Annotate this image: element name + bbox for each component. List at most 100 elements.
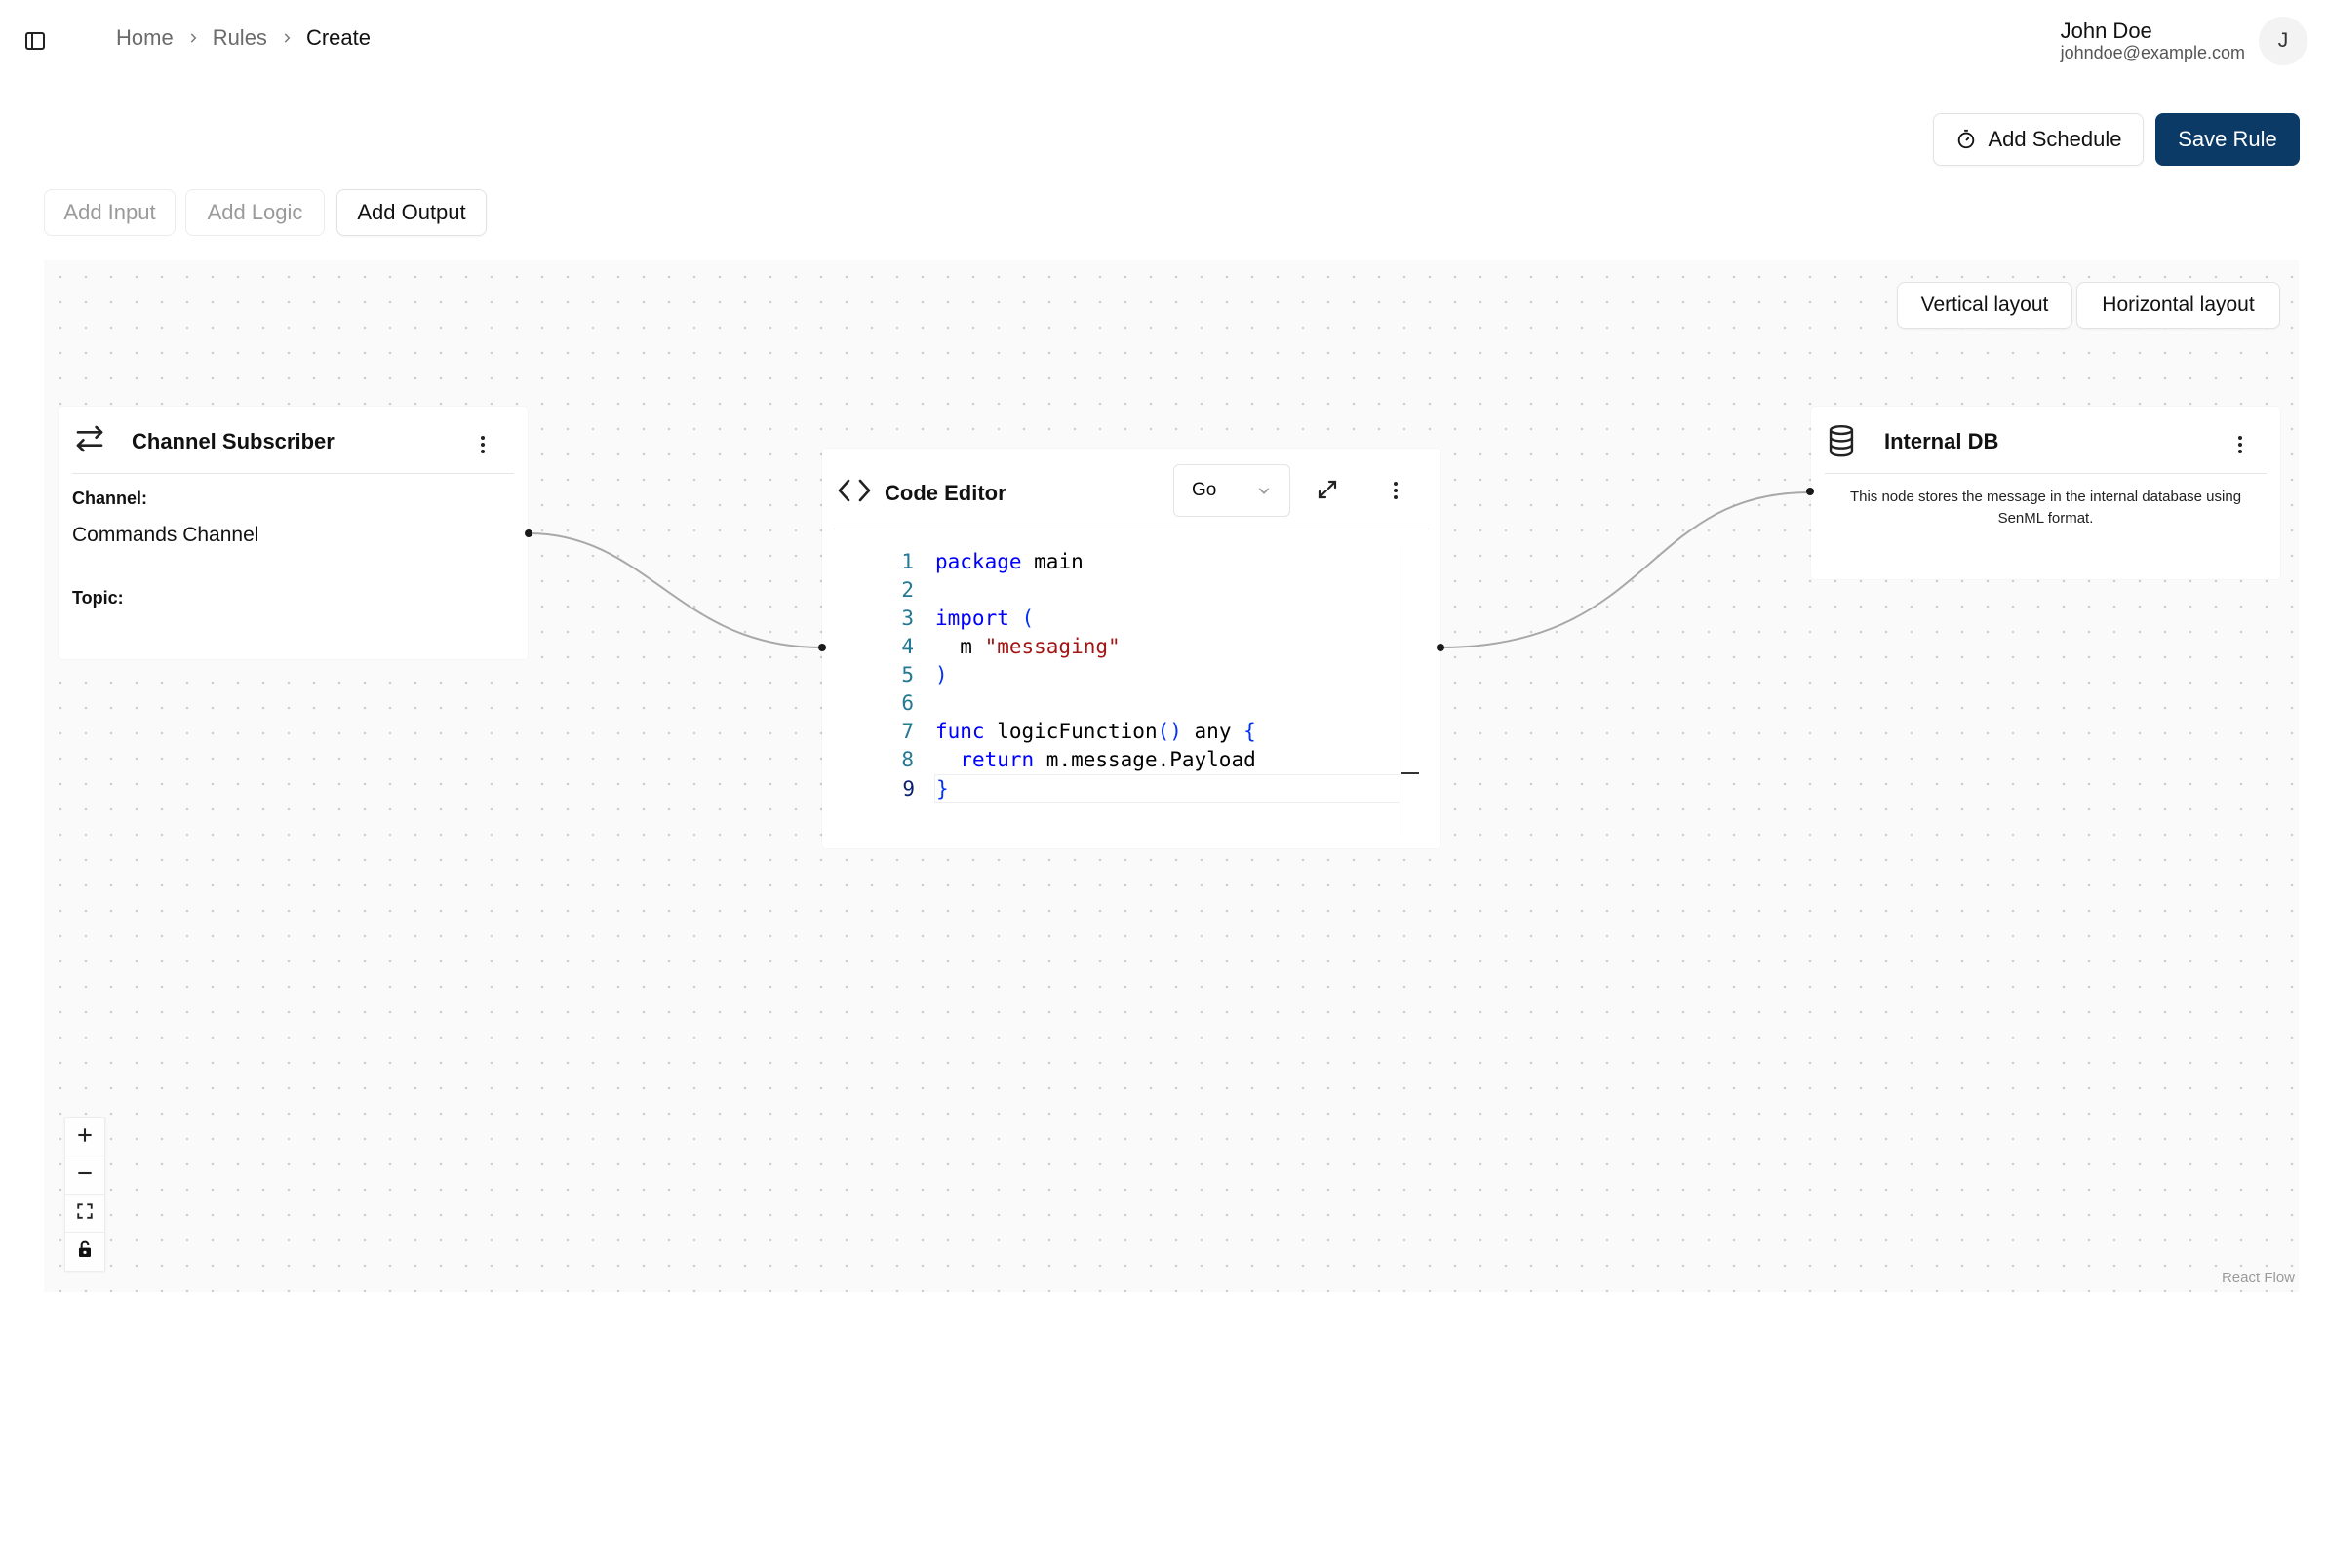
add-schedule-label: Add Schedule bbox=[1988, 127, 2122, 151]
code-line[interactable]: 5) bbox=[834, 661, 1419, 689]
add-schedule-button[interactable]: Add Schedule bbox=[1933, 113, 2144, 166]
code-line[interactable]: 9} bbox=[902, 774, 1400, 804]
save-rule-button[interactable]: Save Rule bbox=[2155, 113, 2300, 166]
code-token: "messaging" bbox=[984, 635, 1121, 658]
code-token: } bbox=[936, 777, 949, 801]
code-line[interactable]: 6 bbox=[834, 689, 1419, 718]
avatar[interactable]: J bbox=[2259, 17, 2307, 65]
line-number: 8 bbox=[901, 748, 914, 771]
minus-icon bbox=[75, 1163, 95, 1188]
breadcrumb-create: Create bbox=[305, 25, 371, 50]
vertical-layout-button[interactable]: Vertical layout bbox=[1897, 282, 2072, 329]
code-text: return m.message.Payload bbox=[935, 746, 1256, 774]
arrows-swap-icon bbox=[74, 423, 105, 459]
breadcrumb: Home Rules Create bbox=[116, 25, 371, 51]
line-number: 9 bbox=[902, 777, 915, 801]
horizontal-layout-button[interactable]: Horizontal layout bbox=[2076, 282, 2280, 329]
node-title: Channel Subscriber bbox=[132, 429, 335, 453]
code-line[interactable]: 1 package main bbox=[834, 548, 1419, 576]
code-token: any bbox=[1181, 720, 1244, 743]
line-number: 3 bbox=[901, 607, 914, 630]
code-text: m "messaging" bbox=[935, 633, 1121, 661]
code-token: import bbox=[935, 607, 1009, 630]
input-handle[interactable] bbox=[1806, 488, 1814, 495]
code-line[interactable]: 8 return m.message.Payload bbox=[834, 746, 1419, 774]
code-token: m bbox=[935, 635, 985, 658]
line-number: 2 bbox=[901, 578, 914, 602]
app-header: Home Rules Create John Doe johndoe@examp… bbox=[0, 0, 2327, 82]
node-title: Internal DB bbox=[1884, 429, 1999, 453]
maximize-icon[interactable] bbox=[1316, 478, 1339, 506]
fit-view-button[interactable] bbox=[65, 1195, 104, 1233]
line-number: 7 bbox=[901, 720, 914, 743]
divider bbox=[72, 473, 514, 474]
code-token: ) bbox=[935, 663, 948, 686]
more-vertical-icon[interactable] bbox=[1386, 476, 1405, 505]
code-token: () bbox=[1157, 720, 1182, 743]
code-line[interactable]: 3 import ( bbox=[834, 605, 1419, 633]
more-vertical-icon[interactable] bbox=[2230, 430, 2250, 459]
zoom-out-button[interactable] bbox=[65, 1156, 104, 1195]
input-handle[interactable] bbox=[818, 644, 826, 651]
plus-icon bbox=[75, 1125, 95, 1150]
flow-controls bbox=[65, 1118, 104, 1271]
code-line[interactable]: 7 func logicFunction() any { bbox=[834, 718, 1419, 746]
chevron-right-icon bbox=[267, 31, 306, 45]
add-logic-button[interactable]: Add Logic bbox=[185, 189, 325, 236]
line-number: 6 bbox=[901, 691, 914, 715]
react-flow-attribution[interactable]: React Flow bbox=[2222, 1270, 2295, 1286]
add-output-button[interactable]: Add Output bbox=[336, 189, 487, 236]
user-name: John Doe bbox=[2060, 19, 2152, 43]
output-handle[interactable] bbox=[1437, 644, 1444, 651]
edge-subscriber-to-code bbox=[528, 532, 822, 648]
user-email: johndoe@example.com bbox=[2060, 43, 2245, 62]
code-editor-node[interactable]: Code Editor Go 1 package main 2 3 import (4 … bbox=[822, 449, 1440, 848]
code-line[interactable]: 4 m "messaging" bbox=[834, 633, 1419, 661]
code-token: package bbox=[935, 550, 1022, 573]
code-token: { bbox=[1243, 720, 1256, 743]
user-info[interactable]: John Doe johndoe@example.com bbox=[2060, 19, 2245, 63]
code-editor-area[interactable]: 1 package main 2 3 import (4 m "messaging" 5)… bbox=[834, 536, 1421, 848]
code-token: return bbox=[960, 748, 1035, 771]
code-token: main bbox=[1021, 550, 1084, 573]
topic-label: Topic: bbox=[72, 588, 124, 608]
line-number: 5 bbox=[901, 663, 914, 686]
channel-label: Channel: bbox=[72, 489, 148, 508]
channel-subscriber-node[interactable]: Channel Subscriber Channel: Commands Cha… bbox=[59, 407, 528, 659]
edge-code-to-db bbox=[1439, 491, 1810, 648]
chevron-right-icon bbox=[174, 31, 213, 45]
lock-toggle-button[interactable] bbox=[65, 1233, 104, 1271]
internal-db-node[interactable]: Internal DB This node stores the message… bbox=[1811, 407, 2280, 579]
code-icon bbox=[838, 477, 871, 509]
sidebar-toggle-icon[interactable] bbox=[23, 29, 47, 53]
indent-guide bbox=[934, 548, 935, 792]
output-handle[interactable] bbox=[525, 529, 532, 537]
code-text: package main bbox=[935, 548, 1084, 576]
node-title: Code Editor bbox=[885, 481, 1006, 505]
zoom-in-button[interactable] bbox=[65, 1118, 104, 1156]
code-token: ( bbox=[1021, 607, 1035, 630]
breadcrumb-rules[interactable]: Rules bbox=[213, 25, 267, 51]
node-description: This node stores the message in the inte… bbox=[1849, 489, 2242, 527]
add-input-button[interactable]: Add Input bbox=[44, 189, 176, 236]
language-value: Go bbox=[1192, 480, 1217, 500]
code-token: func bbox=[935, 720, 985, 743]
breadcrumb-home[interactable]: Home bbox=[116, 25, 174, 51]
lock-icon bbox=[77, 1240, 93, 1263]
divider bbox=[1825, 473, 2267, 474]
database-icon bbox=[1827, 424, 1856, 462]
code-text: } bbox=[936, 775, 949, 804]
code-line[interactable]: 2 bbox=[834, 576, 1419, 605]
code-token: m.message.Payload bbox=[1034, 748, 1256, 771]
code-text: ) bbox=[935, 661, 948, 689]
code-token: logicFunction bbox=[984, 720, 1158, 743]
line-number: 1 bbox=[901, 550, 914, 573]
cursor-indicator bbox=[1401, 772, 1419, 774]
fit-view-icon bbox=[76, 1202, 94, 1225]
flow-canvas[interactable]: Vertical layout Horizontal layout Channe… bbox=[44, 260, 2299, 1292]
language-select[interactable]: Go bbox=[1173, 464, 1290, 517]
chevron-down-icon bbox=[1256, 483, 1272, 504]
more-vertical-icon[interactable] bbox=[473, 430, 493, 459]
